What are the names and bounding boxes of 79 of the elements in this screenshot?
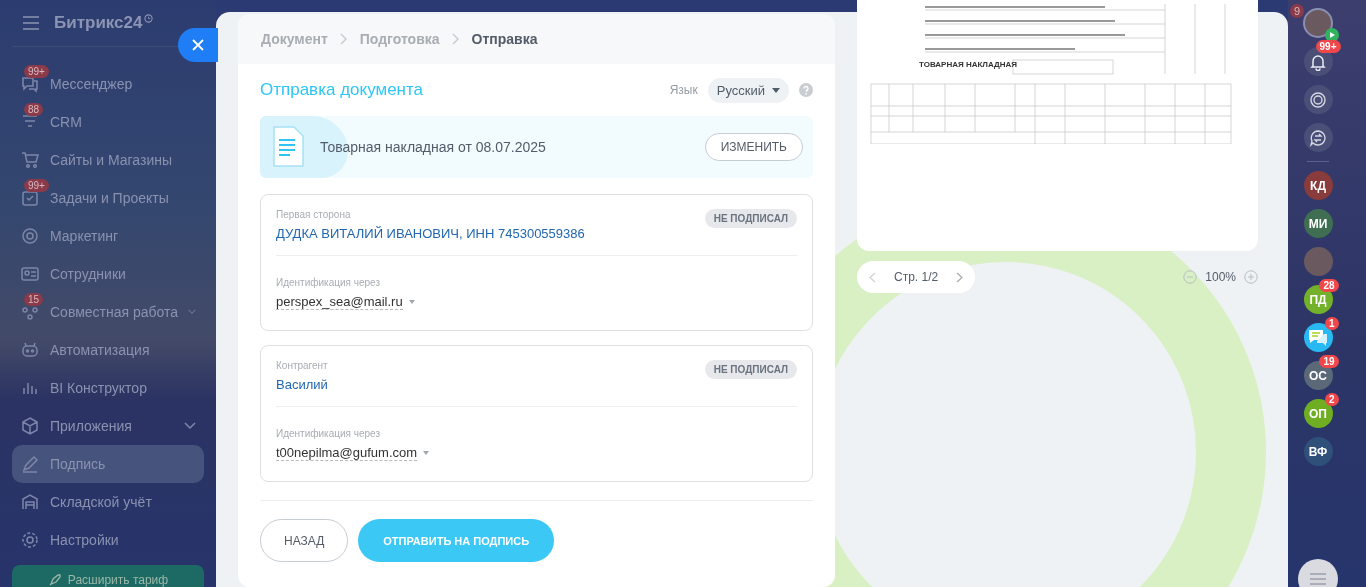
more-button[interactable] <box>1298 559 1338 587</box>
document-icon <box>272 126 304 168</box>
count-badge: 99+ <box>1315 40 1341 53</box>
field-label: Идентификация через <box>276 277 381 288</box>
sidebar-item[interactable]: 15 Совместная работа <box>12 293 204 331</box>
sidebar-item[interactable]: Сайты и Магазины <box>12 141 204 179</box>
contact-avatar[interactable]: ВФ <box>1303 437 1333 466</box>
count-badge: 15 <box>24 293 44 306</box>
status-badge: НЕ ПОДПИСАЛ <box>704 209 797 228</box>
warehouse-icon <box>20 492 40 512</box>
logo-text: Битрикс24 <box>54 13 143 33</box>
language-dropdown[interactable]: Русский <box>707 77 789 103</box>
count-badge: 28 <box>1319 279 1339 292</box>
count-badge: 1 <box>1324 317 1339 330</box>
field-label: Идентификация через <box>276 428 381 439</box>
checkbox-icon <box>20 188 40 208</box>
page-title: Отправка документа <box>260 80 425 100</box>
document-title: ТОВАРНАЯ НАКЛАДНАЯ <box>919 60 1018 69</box>
bell-icon <box>1309 52 1327 71</box>
target-icon <box>20 226 40 246</box>
sidebar-item[interactable]: 99+ Задачи и Проекты <box>12 179 204 217</box>
contact-avatar[interactable] <box>1303 247 1333 276</box>
chevron-right-icon[interactable] <box>956 271 964 283</box>
cart-icon <box>20 150 40 170</box>
chat-button[interactable] <box>1303 123 1333 152</box>
sidebar-item[interactable]: Приложения <box>12 407 204 445</box>
contact-avatar[interactable]: МИ <box>1303 209 1333 238</box>
back-button[interactable]: НАЗАД <box>260 519 349 562</box>
field-label: Первая сторона <box>276 209 352 220</box>
document-name: Товарная накладная от 08.07.2025 <box>320 139 547 155</box>
sidebar-item[interactable]: 88 CRM <box>12 103 204 141</box>
count-badge: 99+ <box>24 179 49 192</box>
sync-button[interactable] <box>1303 85 1333 114</box>
page-number: Стр. 1/2 <box>894 270 939 284</box>
id-card-icon <box>20 264 40 284</box>
settings-icon <box>20 530 40 550</box>
breadcrumb-step[interactable]: Отправка <box>471 31 538 47</box>
list-icon <box>1309 572 1327 586</box>
sidebar-item[interactable]: Складской учёт <box>12 483 204 521</box>
chat-icon <box>20 74 40 94</box>
chat-bubble-icon <box>1307 327 1329 348</box>
caret-icon <box>423 451 430 455</box>
robot-icon <box>20 340 40 360</box>
sidebar-item[interactable]: Сотрудники <box>12 255 204 293</box>
caret-icon <box>772 87 780 93</box>
sidebar-item[interactable]: Автоматизация <box>12 331 204 369</box>
close-button[interactable] <box>178 28 218 62</box>
identification-dropdown[interactable]: perspex_sea@mail.ru <box>276 294 403 310</box>
pen-icon <box>20 454 40 474</box>
field-label: Контрагент <box>276 360 328 371</box>
chevron-down-icon[interactable] <box>188 308 196 316</box>
identification-dropdown[interactable]: t00nepilma@gufum.com <box>276 445 418 461</box>
signer-name[interactable]: Василий <box>276 377 328 392</box>
count-badge: 88 <box>24 103 44 116</box>
sidebar-item[interactable]: BI Конструктор <box>12 369 204 407</box>
contact-avatar[interactable]: КД <box>1303 171 1333 200</box>
sidebar-item[interactable]: Подпись <box>12 445 204 483</box>
chevron-right-icon <box>339 33 348 45</box>
chevron-down-icon[interactable] <box>184 422 196 430</box>
count-badge: 2 <box>1324 393 1339 406</box>
chevron-right-icon <box>451 33 460 45</box>
sidebar-item[interactable]: 99+ Мессенджер <box>12 65 204 103</box>
close-icon <box>192 39 204 51</box>
sidebar-item[interactable]: Настройки <box>12 521 204 559</box>
cube-icon <box>20 416 40 436</box>
user-avatar[interactable] <box>1303 8 1333 38</box>
language-label: Язык <box>669 83 698 97</box>
exchange-chat-icon <box>1309 128 1327 147</box>
caret-icon <box>408 300 415 304</box>
upgrade-button[interactable]: Расширить тариф <box>12 565 204 587</box>
status-badge: НЕ ПОДПИСАЛ <box>704 360 797 379</box>
sidebar-item[interactable]: Маркетинг <box>12 217 204 255</box>
menu-icon[interactable] <box>22 16 40 30</box>
clock-icon <box>144 13 154 23</box>
count-badge: 19 <box>1319 355 1339 368</box>
zoom-level: 100% <box>1205 270 1236 284</box>
count-badge: 99+ <box>24 65 49 78</box>
signer-name[interactable]: ДУДКА ВИТАЛИЙ ИВАНОВИЧ, ИНН 745300559386 <box>276 226 585 241</box>
change-button[interactable]: ИЗМЕНИТЬ <box>704 133 803 161</box>
